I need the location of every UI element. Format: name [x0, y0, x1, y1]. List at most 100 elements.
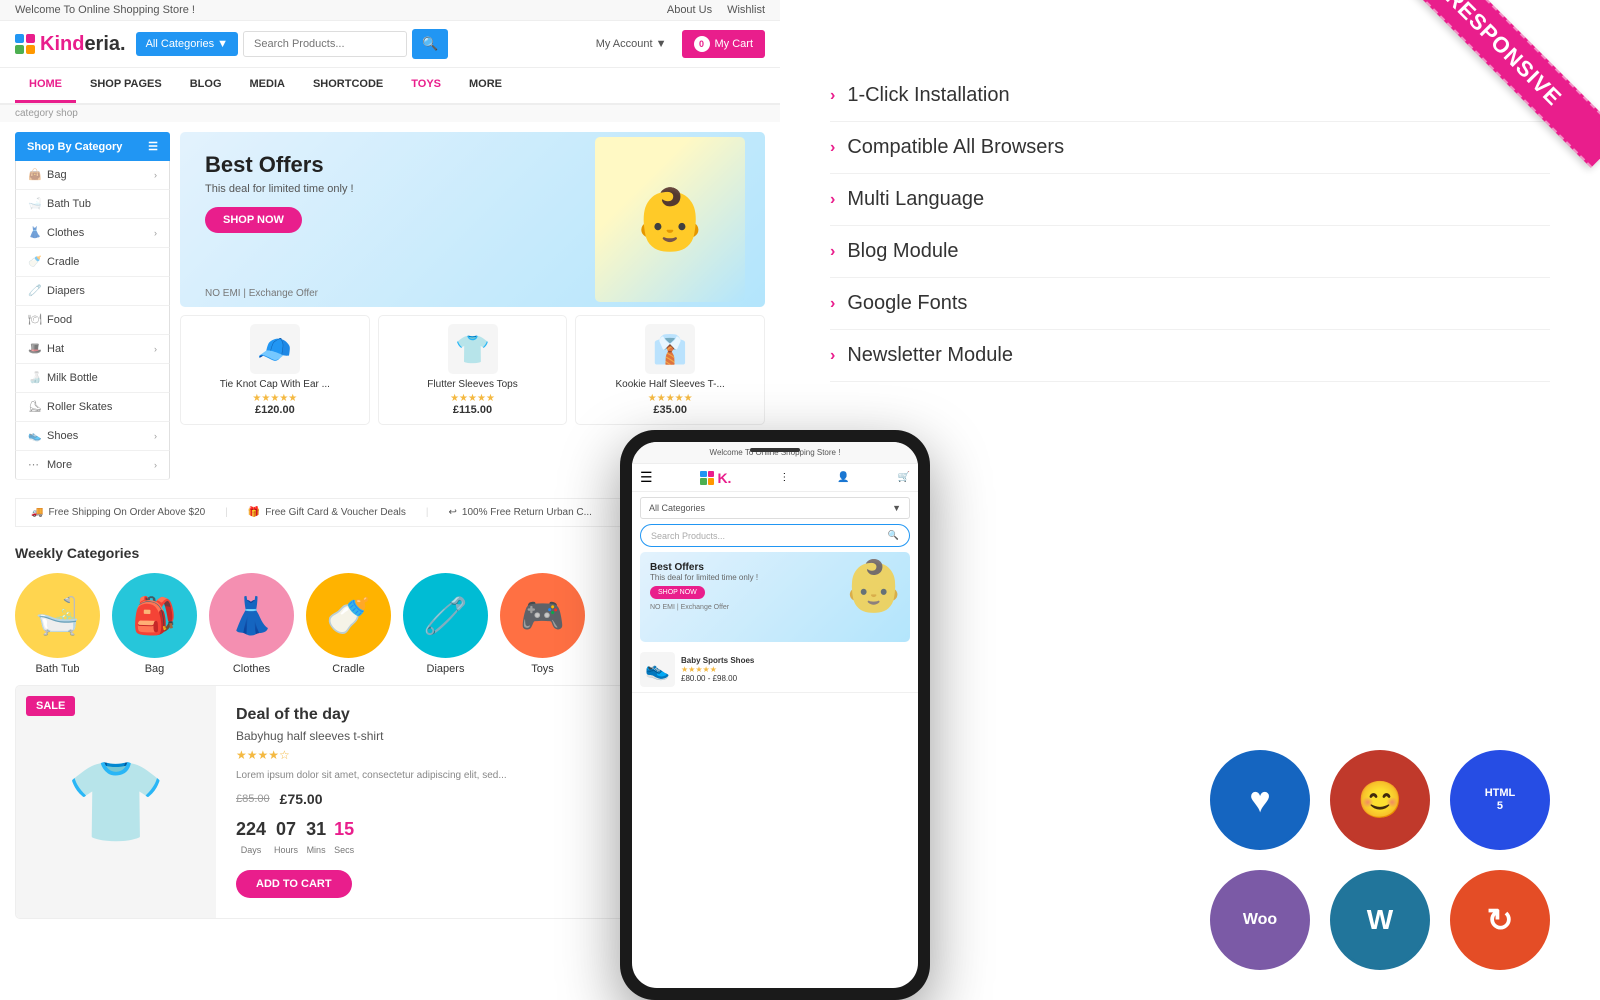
logo[interactable]: Kinderia.: [15, 33, 126, 56]
product-stars-2: ★★★★★: [387, 393, 559, 404]
arrow-icon-3: ›: [830, 191, 835, 209]
category-bathtub[interactable]: 🛁 Bath Tub: [15, 573, 100, 675]
phone-product[interactable]: 👟 Baby Sports Shoes ★★★★★ £80.00 - £98.0…: [632, 647, 918, 693]
clothes-icon: 👗: [28, 226, 42, 240]
sidebar-item-more[interactable]: ⋯More ›: [15, 451, 170, 480]
my-account[interactable]: My Account ▼: [596, 38, 667, 50]
countdown-hours: 07 Hours: [274, 819, 298, 858]
sidebar-arrow-clothes: ›: [154, 228, 157, 238]
category-clothes[interactable]: 👗 Clothes: [209, 573, 294, 675]
phone-categories-dropdown[interactable]: All Categories ▼: [640, 497, 910, 519]
bathtub-label: Bath Tub: [15, 663, 100, 675]
main-content: Best Offers This deal for limited time o…: [180, 132, 765, 480]
tech-icon-heart: ♥: [1210, 750, 1310, 850]
cradle-hex: 🍼: [306, 573, 391, 658]
countdown-days: 224 Days: [236, 819, 266, 858]
refresh-symbol: ↻: [1487, 901, 1514, 939]
phone-logo: K.: [717, 470, 731, 486]
feature-2-text: Compatible All Browsers: [847, 136, 1064, 159]
feature-blog: › Blog Module: [830, 226, 1550, 278]
deal-image: SALE 👕: [16, 686, 216, 918]
product-card-3[interactable]: 👔 Kookie Half Sleeves T-... ★★★★★ £35.00: [575, 315, 765, 425]
about-link[interactable]: About Us: [667, 4, 712, 16]
responsive-banner: RESPONSIVE: [1380, 0, 1600, 220]
hero-image: 👶: [595, 137, 745, 302]
sidebar-item-cradle[interactable]: 🍼Cradle: [15, 248, 170, 277]
tech-icon-html5: HTML5: [1450, 750, 1550, 850]
sidebar-title: Shop By Category ☰: [15, 132, 170, 161]
nav-more[interactable]: MORE: [455, 68, 516, 103]
nav-home[interactable]: HOME: [15, 68, 76, 103]
product-card-2[interactable]: 👕 Flutter Sleeves Tops ★★★★★ £115.00: [378, 315, 568, 425]
sidebar-item-diapers[interactable]: 🧷Diapers: [15, 277, 170, 306]
product-img-2: 👕: [448, 324, 498, 374]
phone-shop-btn[interactable]: SHOP NOW: [650, 586, 705, 599]
feature-3-text: Multi Language: [847, 188, 984, 211]
extra-hex: 🎮: [500, 573, 585, 658]
category-shop-label: category shop: [0, 105, 780, 122]
old-price: £85.00: [236, 793, 270, 805]
hat-icon: 🎩: [28, 342, 42, 356]
category-extra[interactable]: 🎮 Toys: [500, 573, 585, 675]
feature-shipping: 🚚 Free Shipping On Order Above $20: [31, 507, 205, 518]
bathtub-hex: 🛁: [15, 573, 100, 658]
phone-top-bar: Welcome To Online Shopping Store !: [632, 442, 918, 464]
product-price-3: £35.00: [584, 404, 756, 416]
arrow-icon-6: ›: [830, 347, 835, 365]
category-dropdown[interactable]: All Categories ▼: [136, 32, 238, 56]
responsive-ribbon: RESPONSIVE: [1384, 0, 1600, 168]
product-img-3: 👔: [645, 324, 695, 374]
sidebar-item-bag[interactable]: 👜Bag ›: [15, 161, 170, 190]
sidebar-item-roller-skates[interactable]: ⛸Roller Skates: [15, 393, 170, 422]
product-price-1: £120.00: [189, 404, 361, 416]
category-bag[interactable]: 🎒 Bag: [112, 573, 197, 675]
feature-1-text: 1-Click Installation: [847, 84, 1009, 107]
phone-search-bar[interactable]: Search Products... 🔍: [640, 524, 910, 547]
search-button[interactable]: 🔍: [412, 29, 448, 59]
product-name-3: Kookie Half Sleeves T-...: [584, 379, 756, 390]
nav-toys[interactable]: ToYs: [397, 68, 455, 103]
wishlist-link[interactable]: Wishlist: [727, 4, 765, 16]
sidebar-item-food[interactable]: 🍽Food: [15, 306, 170, 335]
arrow-icon-1: ›: [830, 87, 835, 105]
product-stars-3: ★★★★★: [584, 393, 756, 404]
cart-badge: 0: [694, 36, 710, 52]
cart-button[interactable]: 0 My Cart: [682, 30, 766, 58]
product-name-2: Flutter Sleeves Tops: [387, 379, 559, 390]
sidebar-item-bathtub[interactable]: 🛁Bath Tub: [15, 190, 170, 219]
phone-product-name: Baby Sports Shoes: [681, 656, 754, 665]
woo-symbol: Woo: [1243, 911, 1277, 929]
sidebar-item-clothes[interactable]: 👗Clothes ›: [15, 219, 170, 248]
sidebar-item-hat[interactable]: 🎩Hat ›: [15, 335, 170, 364]
nav-shortcode[interactable]: SHORTCODE: [299, 68, 397, 103]
hours-num: 07: [274, 819, 298, 840]
diapers-icon: 🧷: [28, 284, 42, 298]
days-num: 224: [236, 819, 266, 840]
phone-screen: Welcome To Online Shopping Store ! ☰ K. …: [632, 442, 918, 988]
product-img-1: 🧢: [250, 324, 300, 374]
phone-product-img: 👟: [640, 652, 675, 687]
milk-bottle-icon: 🍶: [28, 371, 42, 385]
new-price: £75.00: [280, 791, 323, 807]
tech-icon-wordpress: W: [1330, 870, 1430, 970]
shop-now-button[interactable]: SHOP NOW: [205, 207, 302, 233]
sidebar-item-milk-bottle[interactable]: 🍶Milk Bottle: [15, 364, 170, 393]
sidebar-item-shoes[interactable]: 👟Shoes ›: [15, 422, 170, 451]
phone-search-icon: 🔍: [888, 530, 899, 541]
nav-blog[interactable]: BLOG: [176, 68, 236, 103]
product-card-1[interactable]: 🧢 Tie Knot Cap With Ear ... ★★★★★ £120.0…: [180, 315, 370, 425]
category-cradle[interactable]: 🍼 Cradle: [306, 573, 391, 675]
phone-header: ☰ K. ⋮ 👤 🛒: [632, 464, 918, 492]
category-diapers[interactable]: 🧷 Diapers: [403, 573, 488, 675]
mins-num: 31: [306, 819, 326, 840]
tech-icon-face: 😊: [1330, 750, 1430, 850]
add-to-cart-button[interactable]: ADD TO CART: [236, 870, 352, 898]
nav-media[interactable]: MEDIA: [236, 68, 299, 103]
feature-google-fonts: › Google Fonts: [830, 278, 1550, 330]
product-price-2: £115.00: [387, 404, 559, 416]
search-input[interactable]: [243, 31, 407, 57]
phone-cart-icon: 🛒: [898, 472, 910, 483]
nav-shop-pages[interactable]: SHOP PAGES: [76, 68, 176, 103]
feature-shipping-text: Free Shipping On Order Above $20: [48, 507, 205, 518]
bag-hex: 🎒: [112, 573, 197, 658]
